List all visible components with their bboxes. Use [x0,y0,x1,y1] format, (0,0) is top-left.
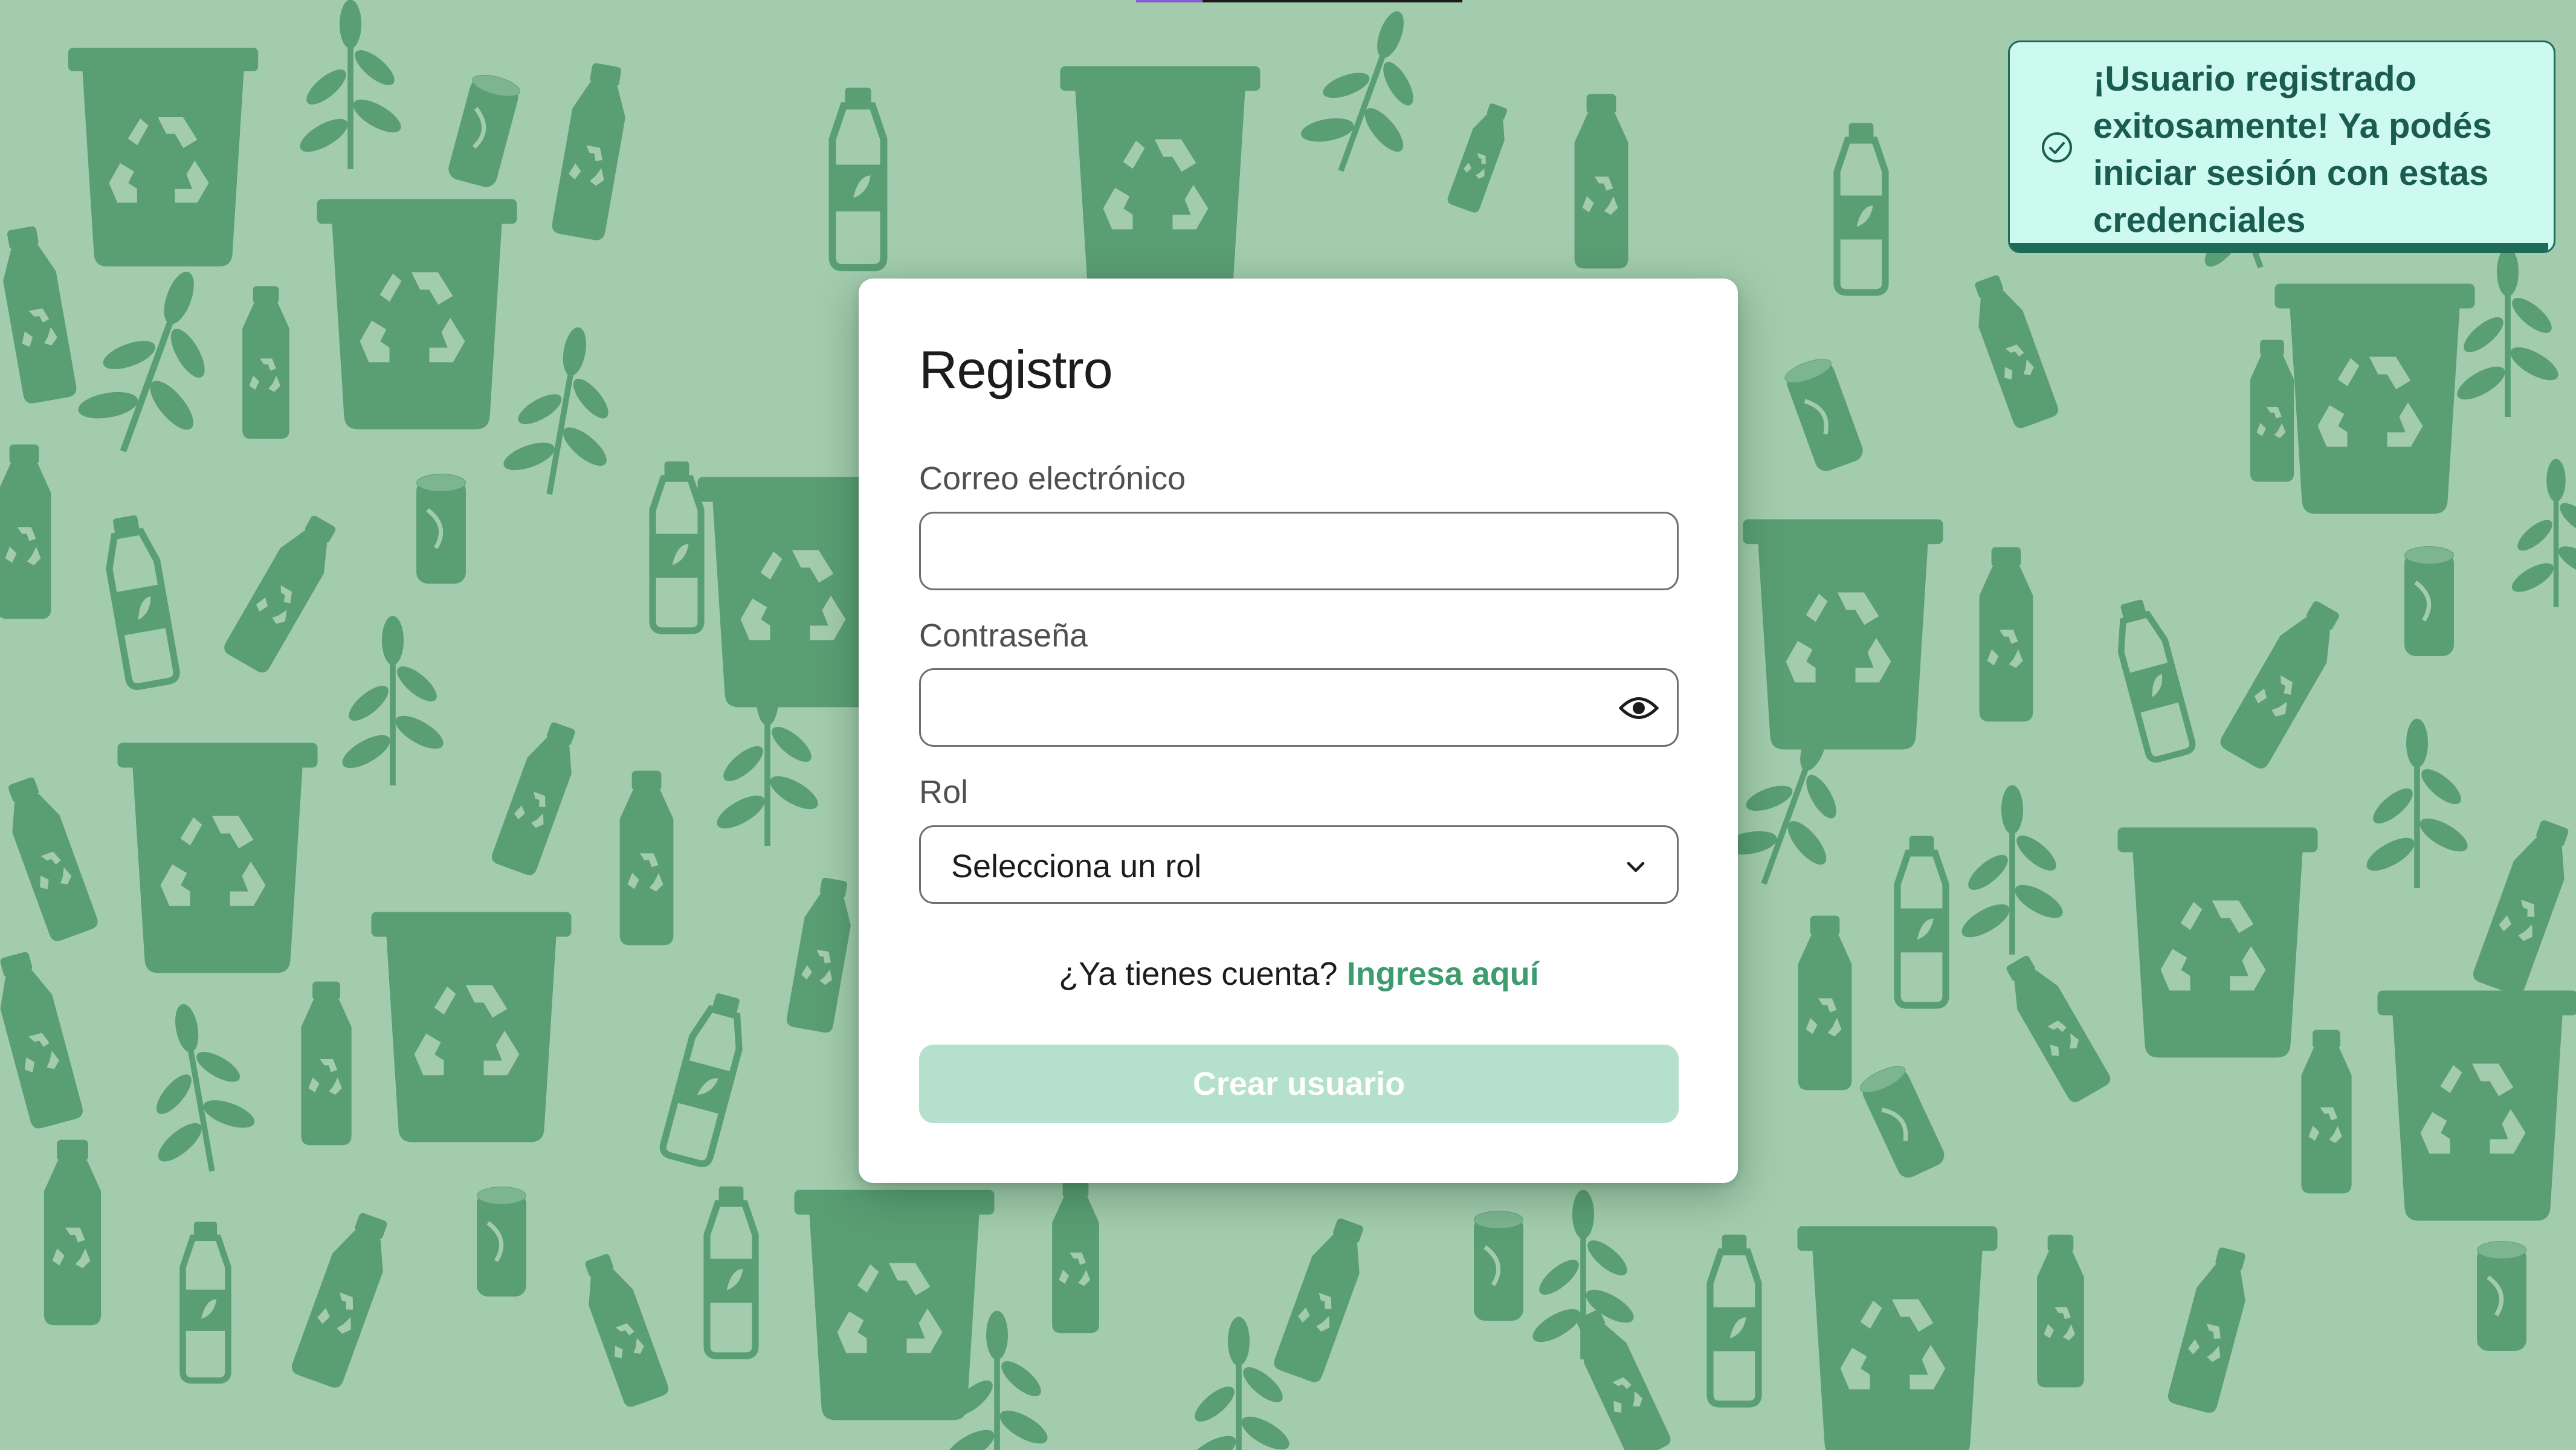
role-select[interactable]: Selecciona un rol [919,825,1679,904]
page-title: Registro [919,340,1113,399]
email-field[interactable] [921,514,1677,588]
login-link[interactable]: Ingresa aquí [1347,956,1539,992]
email-label: Correo electrónico [919,460,1186,497]
chevron-down-icon [1627,862,1645,872]
toast-progress-bar [2010,243,2548,251]
create-user-button[interactable]: Crear usuario [919,1045,1679,1123]
top-progress-strip [1136,0,1462,2]
role-label: Rol [919,774,969,810]
success-toast: ¡Usuario registrado exitosamente! Ya pod… [2008,40,2555,253]
eye-icon[interactable] [1618,689,1660,727]
login-prompt-text: ¿Ya tienes cuenta? [1059,956,1338,992]
password-field[interactable] [921,670,1677,745]
toast-message: ¡Usuario registrado exitosamente! Ya pod… [2093,59,2492,240]
password-field-wrapper [919,668,1679,747]
role-select-value: Selecciona un rol [951,848,1202,884]
check-circle-icon [2042,132,2072,163]
password-label: Contraseña [919,617,1088,654]
email-field-wrapper [919,512,1679,590]
login-prompt-line: ¿Ya tienes cuenta? Ingresa aquí [919,955,1679,993]
register-card: Registro Correo electrónico Contraseña R… [859,279,1738,1183]
